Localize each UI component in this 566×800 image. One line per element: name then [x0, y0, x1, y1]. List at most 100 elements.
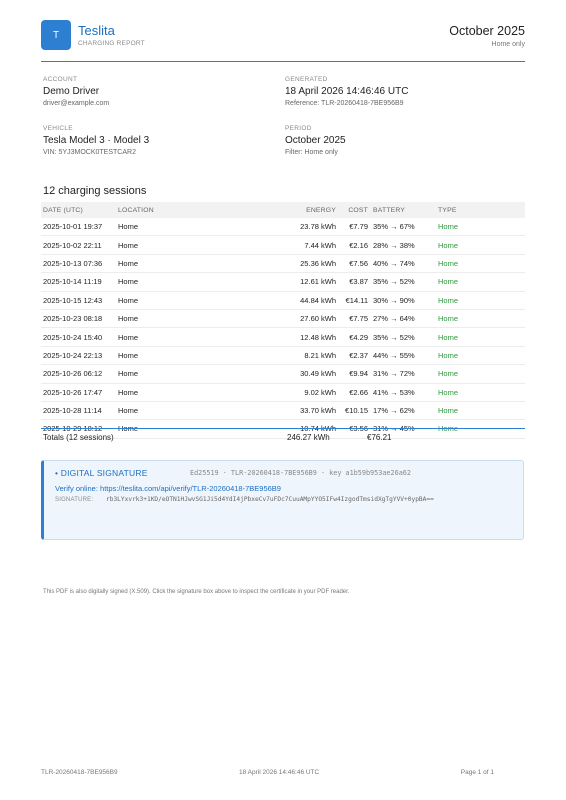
session-energy: 33.70 kWh [268, 401, 336, 421]
report-page: T Teslita CHARGING REPORT October 2025 H… [0, 0, 566, 800]
reference-number: Reference: TLR-20260418-7BE956B9 [285, 100, 404, 107]
session-battery: 31% → 72% [368, 364, 438, 384]
session-energy: 25.36 kWh [268, 254, 336, 274]
vehicle-block: VEHICLE Tesla Model 3 · Model 3 VIN: 5YJ… [43, 125, 149, 156]
period-label: PERIOD [285, 125, 312, 132]
session-cost: €14.11 [336, 291, 368, 310]
session-cost: €2.37 [336, 346, 368, 366]
session-date: 2025-10-23 08:18 [41, 309, 118, 329]
totals-cost: €76.21 [367, 433, 392, 442]
footer-timestamp: 18 April 2026 14:46:46 UTC [239, 769, 320, 776]
session-location: Home [118, 272, 268, 292]
verify-link[interactable]: Verify online: https://teslita.com/api/v… [55, 484, 281, 493]
session-location: Home [118, 254, 268, 274]
table-row: 2025-10-24 15:40 Home 12.48 kWh €4.29 35… [41, 327, 525, 347]
session-cost: €4.29 [336, 327, 368, 347]
vehicle-vin: VIN: 5YJ3MOCK0TESTCAR2 [43, 149, 136, 156]
account-name: Demo Driver [43, 86, 100, 97]
session-date: 2025-10-24 22:13 [41, 346, 118, 366]
table-row: 2025-10-01 19:37 Home 23.78 kWh €7.79 35… [41, 218, 525, 237]
session-battery: 30% → 90% [368, 291, 438, 310]
session-date: 2025-10-15 12:43 [41, 291, 118, 310]
session-energy: 23.78 kWh [268, 218, 336, 237]
sessions-title: 12 charging sessions [43, 185, 147, 197]
totals-label: Totals (12 sessions) [43, 433, 114, 442]
session-date: 2025-10-28 11:14 [41, 401, 118, 421]
session-battery: 27% → 64% [368, 309, 438, 329]
brand-name: Teslita [78, 23, 115, 38]
generated-block: GENERATED 18 April 2026 14:46:46 UTC Ref… [285, 76, 408, 107]
signature-title: • DIGITAL SIGNATURE [55, 468, 148, 478]
session-location: Home [118, 346, 268, 366]
account-block: ACCOUNT Demo Driver driver@example.com [43, 76, 109, 107]
logo-letter: T [52, 29, 60, 41]
session-type: Home [438, 291, 525, 310]
session-battery: 35% → 52% [368, 272, 438, 292]
session-energy: 27.60 kWh [268, 309, 336, 329]
header-period: October 2025 [449, 24, 525, 38]
footer-page-number: Page 1 of 1 [460, 769, 494, 776]
sessions-table: DATE (UTC) LOCATION ENERGY COST BATTERY … [41, 202, 525, 439]
account-label: ACCOUNT [43, 76, 78, 83]
header-divider [41, 61, 525, 62]
table-row: 2025-10-26 17:47 Home 9.02 kWh €2.66 41%… [41, 383, 525, 402]
session-location: Home [118, 218, 268, 237]
session-location: Home [118, 401, 268, 421]
session-energy: 12.48 kWh [268, 327, 336, 347]
session-energy: 8.21 kWh [268, 346, 336, 366]
session-cost: €7.75 [336, 309, 368, 329]
column-header-date: DATE (UTC) [41, 202, 118, 218]
brand-logo: T [41, 20, 71, 50]
digital-signature-box[interactable]: • DIGITAL SIGNATURE Ed25519 · TLR-202604… [41, 460, 524, 540]
session-battery: 17% → 62% [368, 401, 438, 421]
session-cost: €7.56 [336, 254, 368, 274]
period-filter: Filter: Home only [285, 149, 338, 156]
session-cost: €2.66 [336, 383, 368, 402]
session-cost: €7.79 [336, 218, 368, 237]
table-row: 2025-10-26 06:12 Home 30.49 kWh €9.94 31… [41, 364, 525, 384]
session-location: Home [118, 383, 268, 402]
session-type: Home [438, 218, 525, 237]
session-energy: 9.02 kWh [268, 383, 336, 402]
table-row: 2025-10-15 12:43 Home 44.84 kWh €14.11 3… [41, 291, 525, 310]
signature-value: rb3LYxvrk3+1KD/eOTN1HJwvSG1Ji5d4YdI4jPbx… [106, 496, 434, 503]
column-header-energy: ENERGY [268, 202, 336, 218]
table-row: 2025-10-14 11:19 Home 12.61 kWh €3.87 35… [41, 272, 525, 292]
session-date: 2025-10-13 07:36 [41, 254, 118, 274]
header-filter: Home only [491, 41, 525, 48]
session-type: Home [438, 346, 525, 366]
vehicle-label: VEHICLE [43, 125, 73, 132]
signature-label: SIGNATURE: [55, 497, 94, 503]
table-row: 2025-10-13 07:36 Home 25.36 kWh €7.56 40… [41, 254, 525, 274]
session-type: Home [438, 383, 525, 402]
period-value: October 2025 [285, 135, 346, 146]
table-row: 2025-10-02 22:11 Home 7.44 kWh €2.16 28%… [41, 235, 525, 255]
session-date: 2025-10-24 15:40 [41, 327, 118, 347]
generated-label: GENERATED [285, 76, 328, 83]
table-header-row: DATE (UTC) LOCATION ENERGY COST BATTERY … [41, 202, 525, 218]
session-type: Home [438, 272, 525, 292]
session-battery: 35% → 67% [368, 218, 438, 237]
table-row: 2025-10-23 08:18 Home 27.60 kWh €7.75 27… [41, 309, 525, 329]
account-email: driver@example.com [43, 100, 110, 107]
signature-row: SIGNATURE: rb3LYxvrk3+1KD/eOTN1HJwvSG1Ji5… [55, 496, 434, 503]
session-cost: €2.16 [336, 235, 368, 255]
table-row: 2025-10-24 22:13 Home 8.21 kWh €2.37 44%… [41, 346, 525, 366]
column-header-battery: BATTERY [368, 202, 438, 218]
session-type: Home [438, 235, 525, 255]
session-cost: €3.87 [336, 272, 368, 292]
session-date: 2025-10-02 22:11 [41, 235, 118, 255]
session-battery: 40% → 74% [368, 254, 438, 274]
session-type: Home [438, 401, 525, 421]
column-header-cost: COST [336, 202, 368, 218]
session-location: Home [118, 364, 268, 384]
session-date: 2025-10-26 17:47 [41, 383, 118, 402]
session-energy: 12.61 kWh [268, 272, 336, 292]
session-cost: €9.94 [336, 364, 368, 384]
period-block: PERIOD October 2025 Filter: Home only [285, 125, 346, 156]
session-type: Home [438, 309, 525, 329]
session-energy: 44.84 kWh [268, 291, 336, 310]
column-header-location: LOCATION [118, 202, 268, 218]
session-cost: €10.15 [336, 401, 368, 421]
session-battery: 41% → 53% [368, 383, 438, 402]
